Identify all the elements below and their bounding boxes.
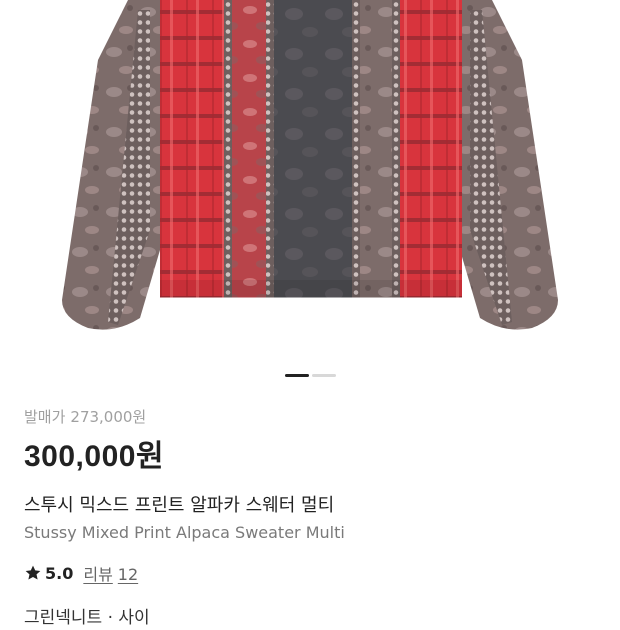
reviews-link[interactable]: 리뷰 12 xyxy=(83,561,138,585)
product-image[interactable] xyxy=(0,0,620,360)
release-price-value: 273,000원 xyxy=(70,408,147,426)
product-name-korean: 스투시 믹스드 프린트 알파카 스웨터 멀티 xyxy=(24,495,335,516)
carousel-indicator xyxy=(0,374,620,378)
rating-row: 5.0 리뷰 12 xyxy=(24,562,596,584)
carousel-dot[interactable] xyxy=(311,374,336,377)
product-name-english: Stussy Mixed Print Alpaca Sweater Multi xyxy=(24,523,345,542)
product-info: 발매가 273,000원 300,000원 스투시 믹스드 프린트 알파카 스웨터… xyxy=(24,406,596,584)
reviews-count: 12 xyxy=(117,565,139,584)
carousel-dot-active[interactable] xyxy=(284,374,309,377)
release-price-label: 발매가 xyxy=(24,408,66,426)
release-price-row: 발매가 273,000원 xyxy=(24,406,596,428)
current-price: 300,000원 xyxy=(24,440,165,473)
reviews-label: 리뷰 xyxy=(83,565,113,584)
star-icon xyxy=(25,565,41,580)
sweater-photo xyxy=(62,0,558,330)
rating-value: 5.0 xyxy=(45,563,74,583)
seller-info[interactable]: 그린넥니트 · 사이 xyxy=(24,606,150,630)
